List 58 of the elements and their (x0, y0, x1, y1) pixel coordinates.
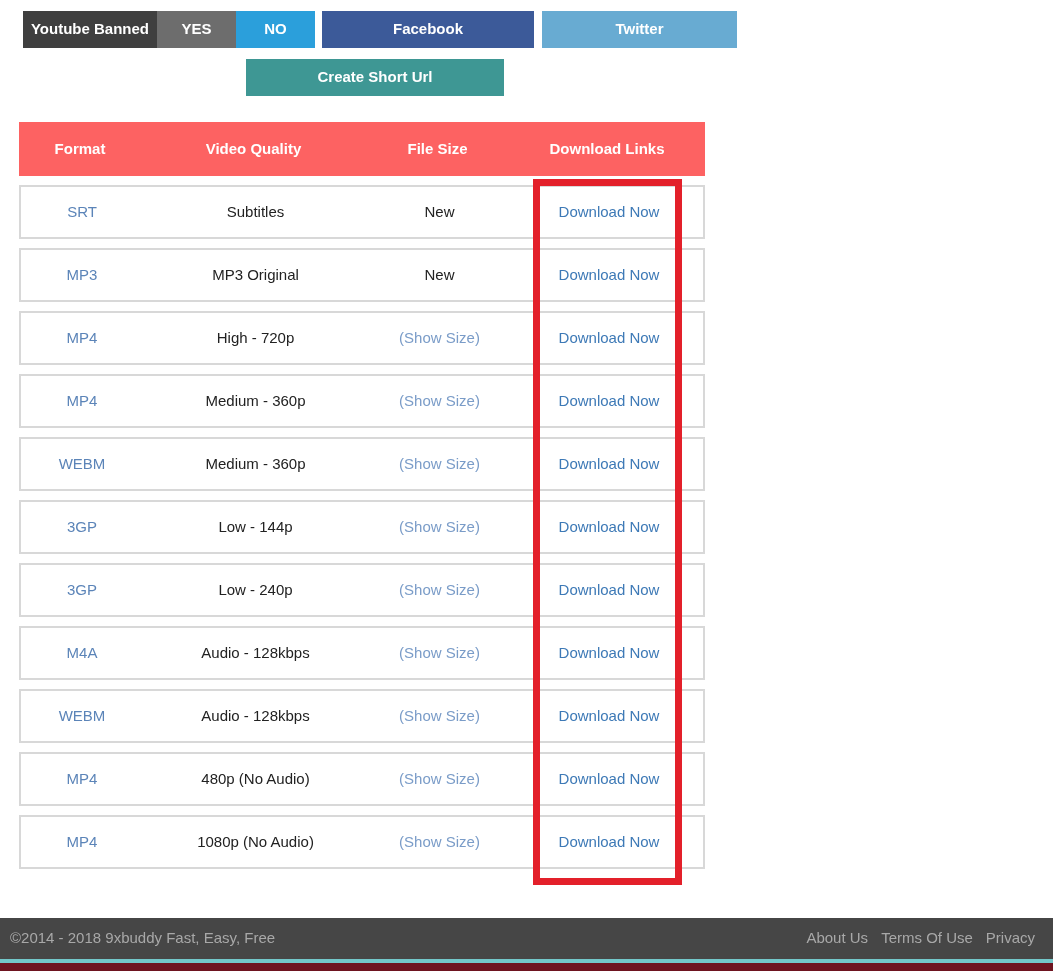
footer-link[interactable]: Privacy (985, 927, 1035, 950)
format-link[interactable]: MP4 (21, 389, 143, 413)
download-link[interactable]: Download Now (558, 263, 660, 287)
quality-cell-text: Audio - 128kbps (200, 705, 311, 726)
quality-cell-text: High - 720p (215, 327, 296, 348)
show-size-link[interactable]: (Show Size) (368, 326, 511, 350)
toggle-option[interactable]: YES (157, 11, 236, 48)
download-link[interactable]: Download Now (558, 515, 660, 539)
quality-cell-text: Low - 144p (217, 516, 294, 537)
download-link[interactable]: Download Now (558, 767, 660, 791)
format-link[interactable]: 3GP (21, 515, 143, 539)
download-link[interactable]: Download Now (558, 452, 660, 476)
quality-cell-text: Audio - 128kbps (200, 642, 311, 663)
file-size-cell-text: New (423, 201, 456, 222)
format-link[interactable]: WEBM (21, 704, 143, 728)
copyright-text: ©2014 - 2018 9xbuddy Fast, Easy, Free (10, 928, 276, 949)
column-header: Video Quality (204, 138, 303, 159)
format-link[interactable]: SRT (21, 200, 143, 224)
show-size-link[interactable]: (Show Size) (368, 641, 511, 665)
show-size-link[interactable]: (Show Size) (368, 452, 511, 476)
download-link[interactable]: Download Now (558, 389, 660, 413)
toggle-label: Youtube Banned (23, 11, 157, 48)
footer-link[interactable]: About Us (806, 927, 869, 950)
download-link[interactable]: Download Now (558, 200, 660, 224)
footer-link[interactable]: Terms Of Use (881, 927, 973, 950)
format-link[interactable]: M4A (21, 641, 143, 665)
show-size-link[interactable]: (Show Size) (368, 830, 511, 854)
download-link[interactable]: Download Now (558, 830, 660, 854)
column-header: Format (53, 138, 107, 159)
download-link[interactable]: Download Now (558, 641, 660, 665)
format-link[interactable]: 3GP (21, 578, 143, 602)
toggle-option[interactable]: NO (236, 11, 315, 48)
column-header: File Size (406, 138, 469, 159)
quality-cell-text: 480p (No Audio) (200, 768, 311, 789)
facebook-share-button[interactable]: Facebook (322, 11, 534, 48)
show-size-link[interactable]: (Show Size) (368, 578, 511, 602)
download-link[interactable]: Download Now (558, 326, 660, 350)
twitter-share-button[interactable]: Twitter (542, 11, 737, 48)
quality-cell-text: Low - 240p (217, 579, 294, 600)
create-short-url-button[interactable]: Create Short Url (246, 59, 504, 96)
file-size-cell-text: New (423, 264, 456, 285)
format-link[interactable]: MP4 (21, 830, 143, 854)
format-link[interactable]: MP3 (21, 263, 143, 287)
download-link[interactable]: Download Now (558, 578, 660, 602)
download-link[interactable]: Download Now (558, 704, 660, 728)
quality-cell-text: Subtitles (225, 201, 286, 222)
show-size-link[interactable]: (Show Size) (368, 704, 511, 728)
format-link[interactable]: MP4 (21, 326, 143, 350)
format-link[interactable]: MP4 (21, 767, 143, 791)
quality-cell-text: Medium - 360p (204, 390, 307, 411)
format-link[interactable]: WEBM (21, 452, 143, 476)
show-size-link[interactable]: (Show Size) (368, 515, 511, 539)
show-size-link[interactable]: (Show Size) (368, 767, 511, 791)
show-size-link[interactable]: (Show Size) (368, 389, 511, 413)
quality-cell-text: Medium - 360p (204, 453, 307, 474)
quality-cell-text: 1080p (No Audio) (196, 831, 315, 852)
quality-cell-text: MP3 Original (211, 264, 300, 285)
column-header: Download Links (548, 138, 666, 159)
